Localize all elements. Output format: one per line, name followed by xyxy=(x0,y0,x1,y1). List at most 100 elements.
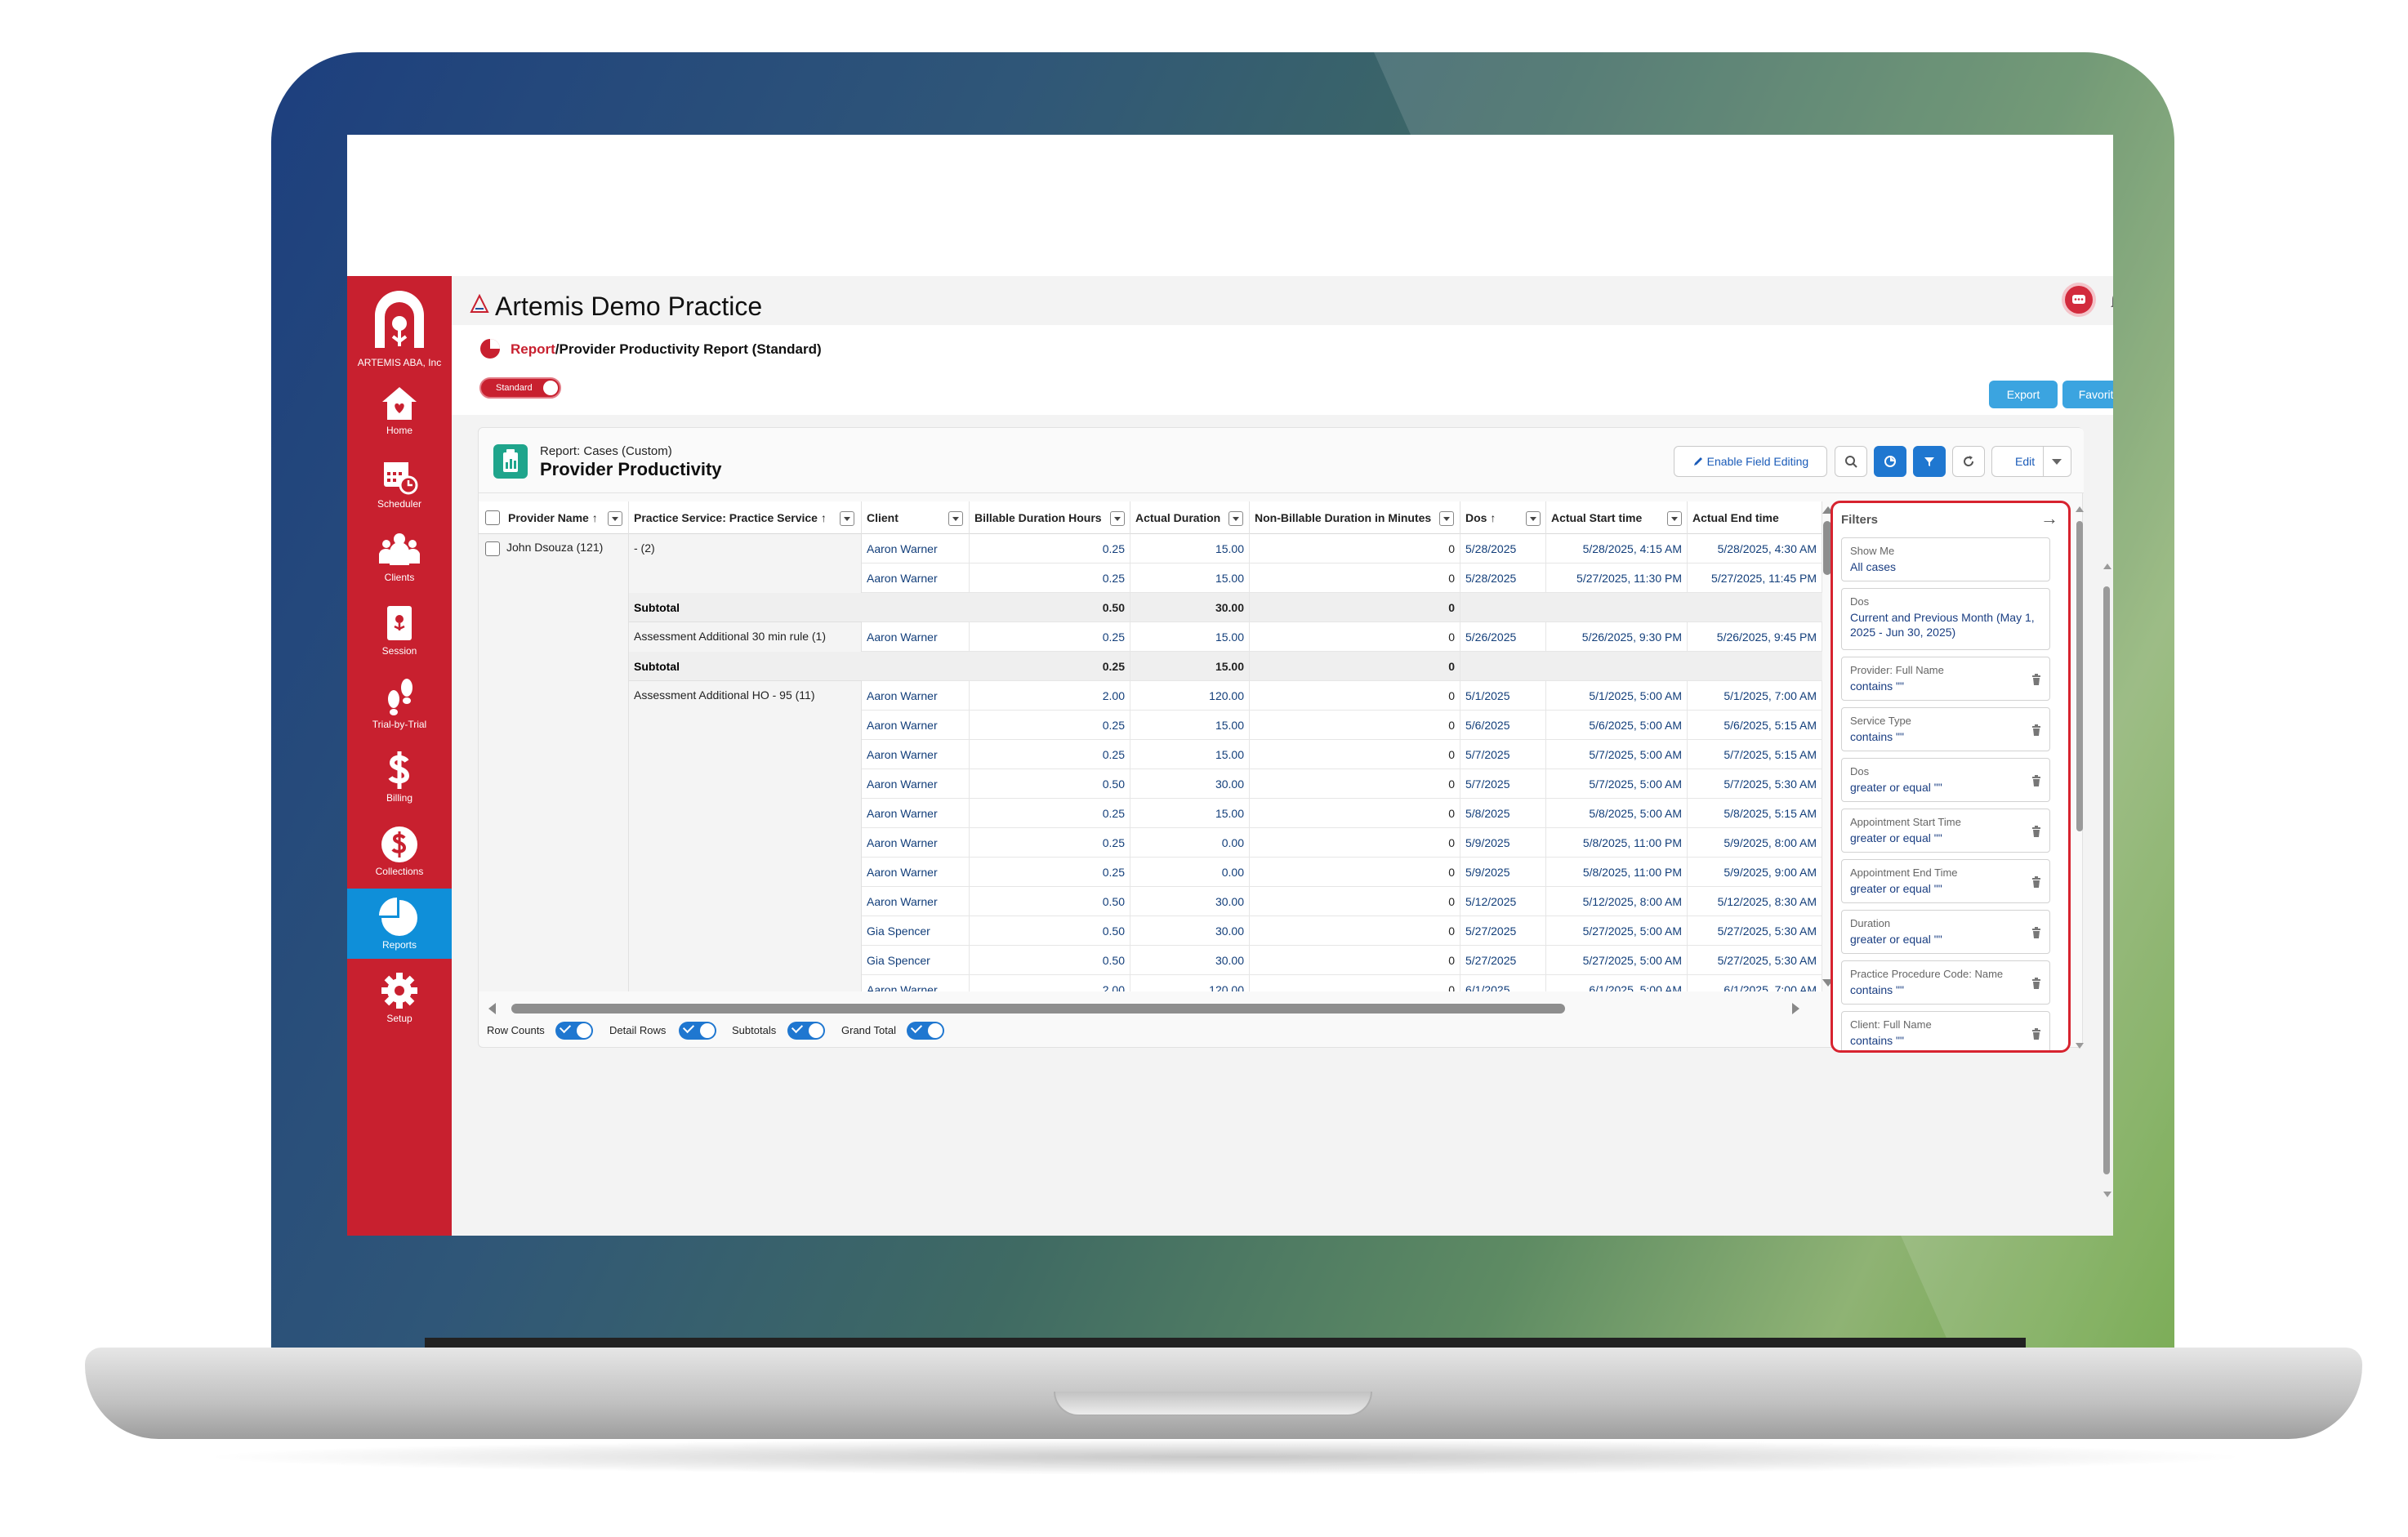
table-horizontal-scrollbar[interactable] xyxy=(479,998,1822,1018)
column-menu-icon[interactable] xyxy=(1667,511,1682,526)
cell-client[interactable]: Aaron Warner xyxy=(862,681,970,711)
filter-card[interactable]: Show Me All cases xyxy=(1841,537,2050,581)
cell-end: 5/1/2025, 7:00 AM xyxy=(1688,681,1822,711)
page-scrollbar[interactable] xyxy=(2100,562,2113,1199)
column-menu-icon[interactable] xyxy=(1229,511,1243,526)
cell-client[interactable]: Aaron Warner xyxy=(862,858,970,887)
filter-card[interactable]: Dos greater or equal "" xyxy=(1841,758,2050,802)
sidebar-item-trial-by-trial[interactable]: Trial-by-Trial xyxy=(347,668,452,738)
cell-client[interactable]: Aaron Warner xyxy=(862,622,970,652)
sidebar-item-billing[interactable]: Billing xyxy=(347,742,452,812)
col-client[interactable]: Client xyxy=(862,501,970,534)
cell-client[interactable]: Aaron Warner xyxy=(862,887,970,916)
sidebar-item-scheduler[interactable]: Scheduler xyxy=(347,448,452,518)
row-select-checkbox[interactable] xyxy=(485,541,500,556)
filter-card[interactable]: Appointment End Time greater or equal "" xyxy=(1841,859,2050,903)
refresh-button[interactable] xyxy=(1952,446,1985,477)
column-menu-icon[interactable] xyxy=(1110,511,1125,526)
column-menu-icon[interactable] xyxy=(1439,511,1454,526)
column-menu-icon[interactable] xyxy=(840,511,854,526)
bell-icon[interactable] xyxy=(2108,289,2113,312)
trash-icon[interactable] xyxy=(2031,826,2041,837)
cell-billable: 0.50 xyxy=(970,593,1130,622)
col-billable-duration-hours[interactable]: Billable Duration Hours xyxy=(970,501,1130,534)
chat-icon[interactable] xyxy=(2065,286,2093,314)
grand-total-toggle[interactable] xyxy=(907,1021,944,1040)
column-menu-icon[interactable] xyxy=(1526,511,1541,526)
col-dos[interactable]: Dos ↑ xyxy=(1460,501,1546,534)
sidebar-item-reports[interactable]: Reports xyxy=(347,889,452,959)
chart-button[interactable] xyxy=(1874,446,1906,477)
cell-billable: 0.25 xyxy=(970,622,1130,652)
report-pie-icon xyxy=(480,339,500,359)
cell-client[interactable]: Aaron Warner xyxy=(862,799,970,828)
filter-card[interactable]: Appointment Start Time greater or equal "… xyxy=(1841,809,2050,853)
cell-client[interactable]: Aaron Warner xyxy=(862,740,970,769)
col-actual-end-time[interactable]: Actual End time xyxy=(1688,501,1822,534)
cell-duration: 15.00 xyxy=(1130,622,1250,652)
chevron-down-icon[interactable] xyxy=(2052,459,2062,465)
collapse-arrow-icon[interactable]: → xyxy=(2040,508,2058,529)
trash-icon[interactable] xyxy=(2031,978,2041,989)
col-practice-service[interactable]: Practice Service: Practice Service ↑ xyxy=(629,501,862,534)
cell-client[interactable]: Gia Spencer xyxy=(862,916,970,946)
cell-client[interactable]: Aaron Warner xyxy=(862,975,970,991)
trash-icon[interactable] xyxy=(2031,1028,2041,1040)
column-menu-icon[interactable] xyxy=(948,511,963,526)
sort-asc-icon: ↑ xyxy=(820,511,827,524)
col-actual-duration[interactable]: Actual Duration xyxy=(1130,501,1250,534)
gear-icon xyxy=(381,973,417,1009)
cell-nonbill: 0 xyxy=(1250,916,1460,946)
col-provider-name[interactable]: Provider Name ↑ xyxy=(479,501,629,534)
export-button[interactable]: Export xyxy=(1989,381,2058,408)
cell-dos: 5/28/2025 xyxy=(1460,564,1546,593)
standard-toggle[interactable]: Standard xyxy=(479,377,561,399)
cell-client[interactable]: Aaron Warner xyxy=(862,564,970,593)
cell-dos: 5/12/2025 xyxy=(1460,887,1546,916)
enable-field-editing-button[interactable]: Enable Field Editing xyxy=(1674,446,1827,477)
filter-button[interactable] xyxy=(1913,446,1946,477)
filter-card[interactable]: Service Type contains "" xyxy=(1841,707,2050,751)
filter-card[interactable]: Provider: Full Name contains "" xyxy=(1841,657,2050,701)
filters-scrollbar[interactable] xyxy=(2074,506,2085,1049)
detail-rows-toggle[interactable] xyxy=(679,1021,716,1040)
org-logo[interactable]: ARTEMIS ABA, Inc xyxy=(347,281,452,372)
cell-nonbill: 0 xyxy=(1250,887,1460,916)
cell-client[interactable]: Aaron Warner xyxy=(862,769,970,799)
col-non-billable-duration[interactable]: Non-Billable Duration in Minutes xyxy=(1250,501,1460,534)
col-actual-start-time[interactable]: Actual Start time xyxy=(1546,501,1688,534)
cell-start: 5/27/2025, 5:00 AM xyxy=(1546,946,1688,975)
filters-panel: Filters → Show Me All cases Dos Current and… xyxy=(1831,501,2071,1053)
sidebar-item-collections[interactable]: Collections xyxy=(347,815,452,885)
filter-value: greater or equal "" xyxy=(1850,933,1942,946)
report-card-header: Report: Cases (Custom) Provider Producti… xyxy=(479,428,2084,493)
sidebar-item-clients[interactable]: Clients xyxy=(347,521,452,591)
filter-label: Duration xyxy=(1850,917,1891,929)
trash-icon[interactable] xyxy=(2031,927,2041,938)
filter-card[interactable]: Client: Full Name contains "" xyxy=(1841,1011,2050,1050)
row-counts-toggle[interactable] xyxy=(555,1021,593,1040)
select-all-checkbox[interactable] xyxy=(485,510,500,525)
edit-button[interactable]: Edit xyxy=(1991,446,2071,477)
trash-icon[interactable] xyxy=(2031,876,2041,888)
sidebar-item-setup[interactable]: Setup xyxy=(347,962,452,1032)
session-icon xyxy=(387,606,412,640)
cell-client[interactable]: Aaron Warner xyxy=(862,828,970,858)
trash-icon[interactable] xyxy=(2031,724,2041,736)
favorite-button[interactable]: Favorite xyxy=(2062,381,2113,408)
column-menu-icon[interactable] xyxy=(608,511,622,526)
cell-client[interactable]: Gia Spencer xyxy=(862,946,970,975)
subtotals-toggle[interactable] xyxy=(787,1021,825,1040)
cell-client[interactable]: Aaron Warner xyxy=(862,711,970,740)
trash-icon[interactable] xyxy=(2031,674,2041,685)
filter-card[interactable]: Dos Current and Previous Month (May 1, 20… xyxy=(1841,588,2050,650)
breadcrumb-link-report[interactable]: Report xyxy=(511,341,555,357)
filter-card[interactable]: Practice Procedure Code: Name contains "" xyxy=(1841,960,2050,1005)
filter-card[interactable]: Duration greater or equal "" xyxy=(1841,910,2050,954)
trash-icon[interactable] xyxy=(2031,775,2041,786)
cell-dos: 5/9/2025 xyxy=(1460,828,1546,858)
search-button[interactable] xyxy=(1835,446,1867,477)
sidebar-item-home[interactable]: Home xyxy=(347,374,452,444)
cell-client[interactable]: Aaron Warner xyxy=(862,534,970,564)
sidebar-item-session[interactable]: Session xyxy=(347,595,452,665)
